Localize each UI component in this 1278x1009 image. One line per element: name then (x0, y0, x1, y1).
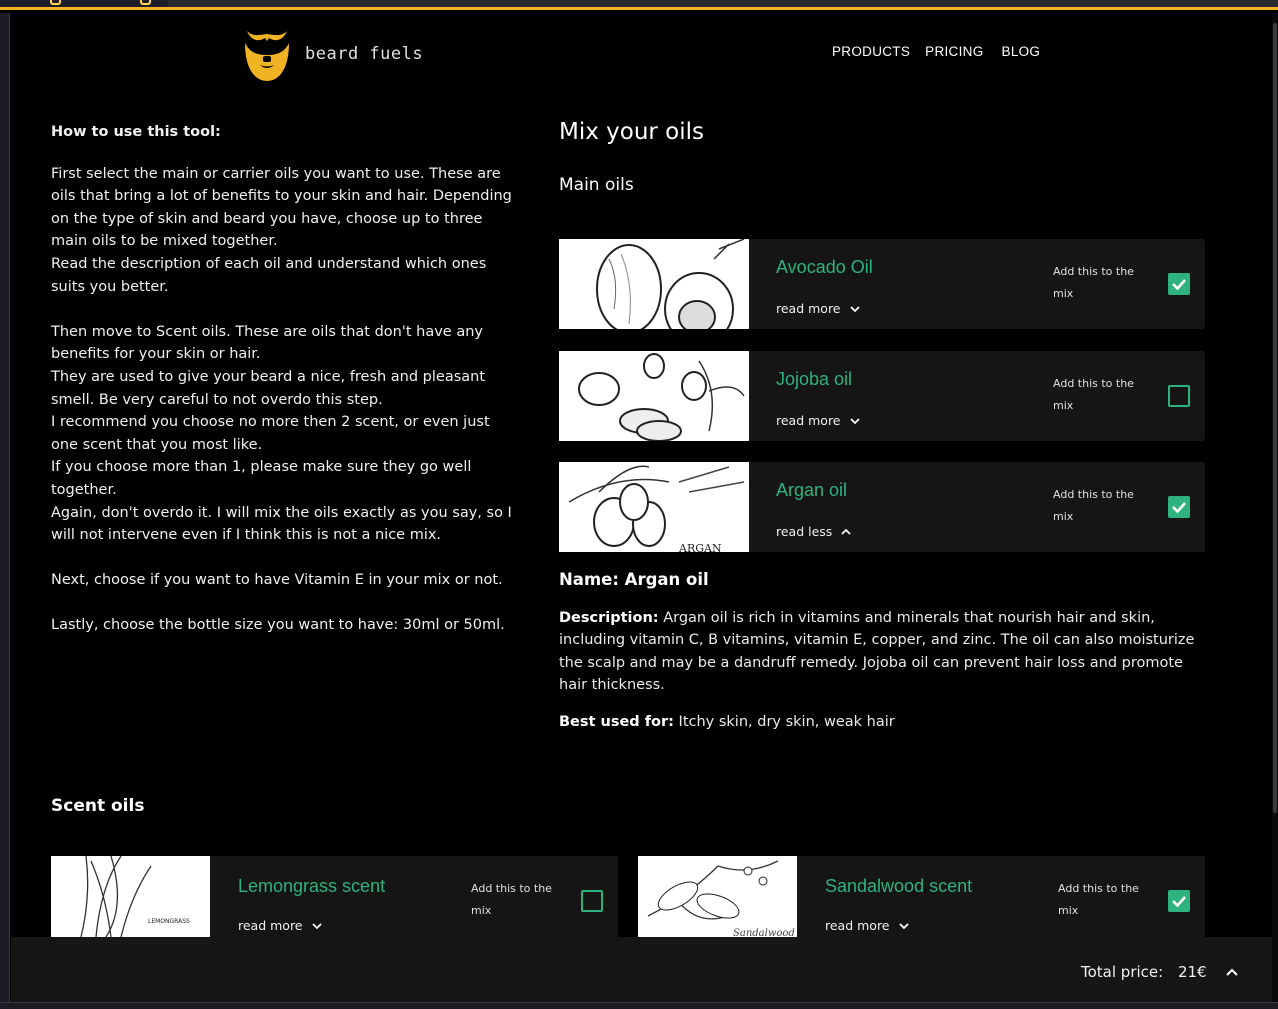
howto-paragraph: Lastly, choose the bottle size you want … (51, 617, 505, 634)
chevron-down-icon (898, 922, 909, 929)
site-header: beard fuels PRODUCTS PRICING BLOG (11, 13, 1272, 93)
page: beard fuels PRODUCTS PRICING BLOG How to… (11, 13, 1272, 1002)
description-label: Description: (559, 609, 659, 626)
scent-oils-title: Scent oils (51, 796, 145, 816)
nav-blog[interactable]: BLOG (1002, 44, 1041, 59)
howto-paragraph: First select the main or carrier oils yo… (51, 165, 512, 250)
add-to-mix-label: Add this to the mix (1053, 488, 1134, 523)
check-icon (1172, 279, 1186, 291)
svg-text:ARGAN: ARGAN (678, 542, 722, 552)
howto-paragraph: Next, choose if you want to have Vitamin… (51, 572, 503, 589)
read-more-label: read more (825, 918, 890, 933)
add-to-mix-label: Add this to the mix (1053, 377, 1134, 412)
read-more-toggle[interactable]: read more (776, 413, 860, 428)
chevron-down-icon (849, 417, 860, 424)
detail-description: Description: Argan oil is rich in vitami… (559, 607, 1204, 697)
toolbar-icon[interactable] (50, 0, 61, 5)
price-footer: Total price: 21€ (11, 937, 1272, 1002)
oil-name: Avocado Oil (776, 257, 873, 277)
scrollbar[interactable] (1272, 13, 1278, 1003)
read-more-toggle[interactable]: read more (776, 301, 860, 316)
howto-paragraph: I recommend you choose no more then 2 sc… (51, 414, 490, 453)
add-to-mix-checkbox[interactable] (1168, 385, 1190, 407)
chevron-up-icon[interactable] (1225, 965, 1239, 979)
read-more-toggle[interactable]: read more (238, 918, 322, 933)
chevron-down-icon (311, 922, 322, 929)
add-to-mix-checkbox[interactable] (1168, 273, 1190, 295)
oil-name: Lemongrass scent (238, 876, 386, 896)
nav-pricing[interactable]: PRICING (925, 44, 983, 59)
read-less-label: read less (776, 524, 833, 539)
avocado-image (559, 239, 749, 329)
howto-paragraph: They are used to give your beard a nice,… (51, 368, 486, 408)
add-to-mix-label: Add this to the mix (471, 882, 552, 917)
mix-section: Mix your oils Main oils (559, 119, 1207, 195)
toolbar-icon[interactable] (140, 0, 151, 5)
sandalwood-image: Sandalwood (638, 856, 797, 937)
howto-title: How to use this tool: (51, 124, 221, 140)
browser-statusbar (0, 1002, 1278, 1009)
logo[interactable]: beard fuels (241, 25, 423, 83)
argan-image: ARGAN (559, 462, 749, 552)
main-nav: PRODUCTS PRICING BLOG (832, 44, 1040, 59)
beard-logo-icon (245, 31, 289, 81)
nav-products[interactable]: PRODUCTS (832, 44, 910, 59)
read-more-toggle[interactable]: read more (825, 918, 909, 933)
howto-paragraph: Again, don't overdo it. I will mix the o… (51, 504, 512, 544)
chevron-down-icon (849, 305, 860, 312)
detail-best-used: Best used for: Itchy skin, dry skin, wea… (559, 711, 1204, 734)
detail-name: Name: Argan oil (559, 570, 709, 589)
howto-paragraph: Read the description of each oil and und… (51, 255, 487, 295)
scent-card-lemongrass: LEMONGRASS Lemongrass scent read more Ad… (51, 856, 618, 937)
read-less-toggle[interactable]: read less (776, 524, 851, 539)
oil-detail: Name: Argan oil Description: Argan oil i… (559, 569, 1204, 733)
address-bar[interactable] (168, 0, 1278, 7)
oil-name: Jojoba oil (776, 369, 853, 389)
best-used-text: Itchy skin, dry skin, weak hair (678, 713, 895, 730)
total-price: Total price: 21€ (1081, 963, 1207, 981)
add-to-mix-label: Add this to the mix (1053, 265, 1134, 300)
read-more-label: read more (776, 413, 841, 428)
check-icon (1172, 502, 1186, 514)
oil-name: Argan oil (776, 480, 848, 500)
total-price-label: Total price: (1081, 963, 1164, 981)
oil-card-jojoba: Jojoba oil read more Add this to the mix (559, 351, 1205, 441)
page-title: Mix your oils (559, 119, 705, 145)
add-to-mix-checkbox[interactable] (1168, 496, 1190, 518)
scrollbar-thumb[interactable] (1273, 23, 1277, 813)
oil-name: Sandalwood scent (825, 876, 973, 896)
browser-toolbar (0, 0, 1278, 10)
add-to-mix-checkbox[interactable] (581, 890, 603, 912)
read-more-label: read more (238, 918, 303, 933)
howto-paragraph: If you choose more than 1, please make s… (51, 459, 472, 498)
total-price-value: 21€ (1177, 963, 1207, 981)
oil-card-argan: ARGAN Argan oil read less Add this to th… (559, 462, 1205, 552)
oil-card-avocado: Avocado Oil read more Add this to the mi… (559, 239, 1205, 329)
howto-paragraph: Then move to Scent oils. These are oils … (51, 323, 483, 363)
add-to-mix-label: Add this to the mix (1058, 882, 1139, 917)
chevron-up-icon (841, 528, 851, 535)
lemongrass-image: LEMONGRASS (51, 856, 210, 937)
jojoba-image (559, 351, 749, 441)
add-to-mix-checkbox[interactable] (1168, 890, 1190, 912)
main-oils-title: Main oils (559, 175, 634, 195)
lemongrass-image-text: LEMONGRASS (148, 918, 190, 925)
howto-section: How to use this tool: First select the m… (51, 121, 521, 637)
scent-card-sandalwood: Sandalwood Sandalwood scent read more Ad… (638, 856, 1205, 937)
check-icon (1172, 896, 1186, 908)
brand-name: beard fuels (305, 44, 424, 64)
sidebar-rail (0, 13, 10, 1003)
best-used-label: Best used for: (559, 713, 674, 730)
sandalwood-image-text: Sandalwood (733, 928, 795, 937)
read-more-label: read more (776, 301, 841, 316)
